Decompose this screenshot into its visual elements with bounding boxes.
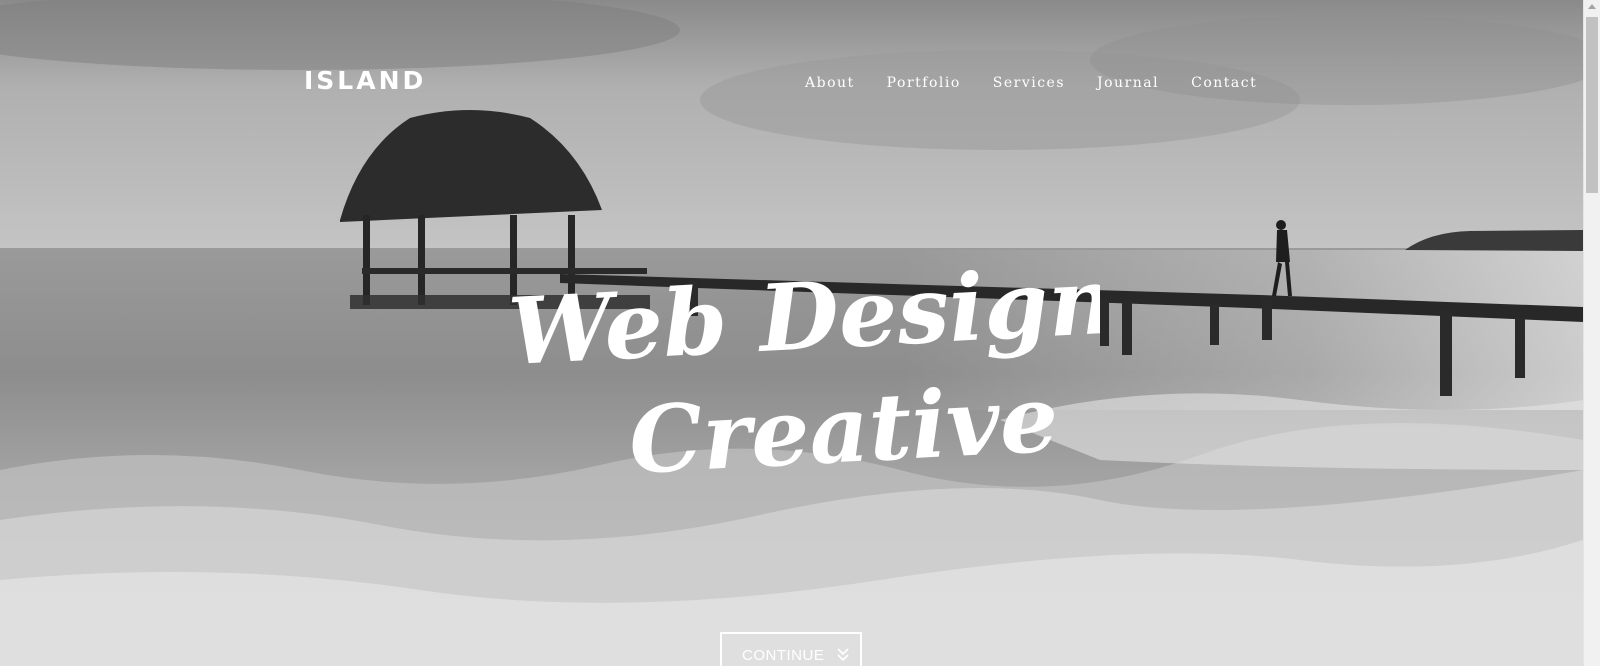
nav-item-services[interactable]: Services — [993, 75, 1065, 91]
nav-item-portfolio[interactable]: Portfolio — [887, 75, 961, 91]
vertical-scrollbar[interactable] — [1583, 0, 1600, 666]
nav-item-journal[interactable]: Journal — [1097, 75, 1159, 91]
headline-line-2: Creative — [626, 364, 1060, 490]
headline-line-1: Web Design + — [506, 250, 1100, 386]
continue-button[interactable]: CONTINUE — [720, 632, 862, 666]
continue-label: CONTINUE — [742, 647, 825, 664]
scrollbar-thumb[interactable] — [1586, 17, 1598, 193]
nav-item-contact[interactable]: Contact — [1191, 75, 1257, 91]
main-nav: About Portfolio Services Journal Contact — [805, 75, 1257, 91]
nav-item-about[interactable]: About — [805, 75, 855, 91]
scroll-up-arrow-icon[interactable] — [1588, 4, 1596, 9]
page: ISLAND About Portfolio Services Journal … — [0, 0, 1600, 666]
double-chevron-down-icon — [836, 647, 850, 666]
hero-headline: Web Design + Creative — [480, 241, 1227, 495]
site-logo[interactable]: ISLAND — [304, 66, 426, 95]
